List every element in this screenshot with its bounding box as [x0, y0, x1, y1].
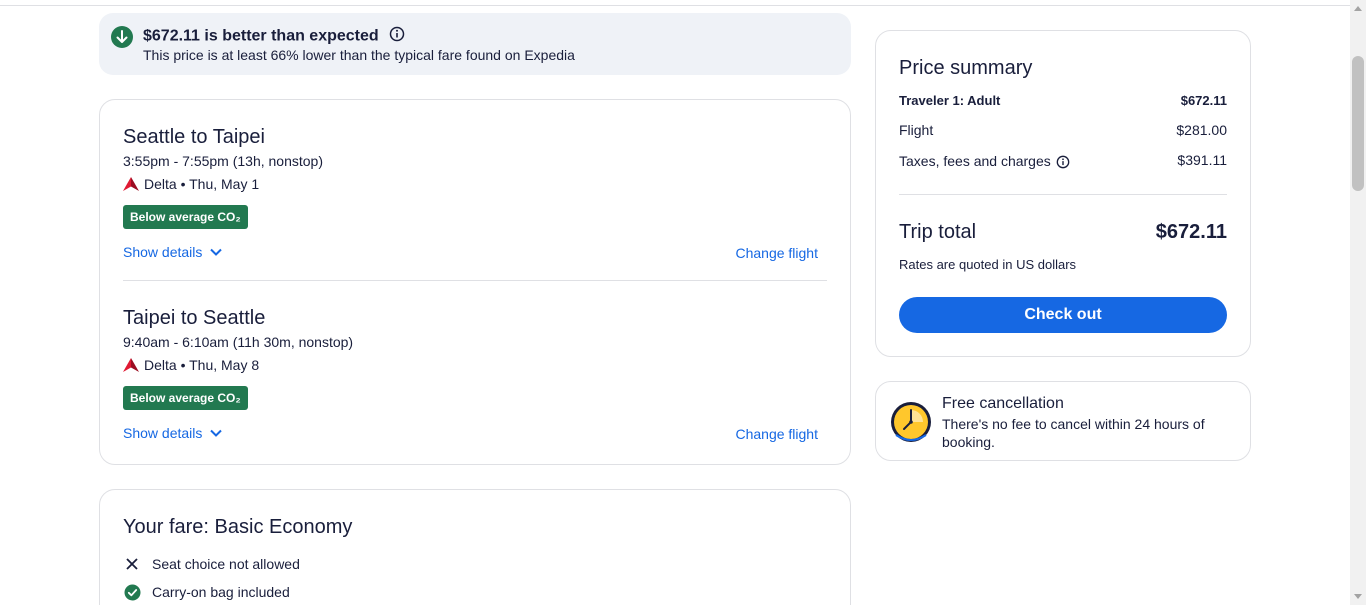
summary-divider: [899, 194, 1227, 195]
free-cancellation-card: Free cancellation There's no fee to canc…: [875, 381, 1251, 461]
flight-time: 9:40am - 6:10am (11h 30m, nonstop): [123, 334, 354, 350]
fare-feature-row: Carry-on bag included: [123, 583, 290, 601]
flight-price-label: Flight: [899, 122, 934, 138]
flight-price-amount: $281.00: [1176, 122, 1227, 138]
delta-logo-icon: [123, 358, 139, 372]
taxes-amount: $391.11: [1177, 152, 1227, 168]
flight-route-title: Seattle to Taipei: [123, 126, 265, 148]
flights-card: Seattle to Taipei 3:55pm - 7:55pm (13h, …: [99, 99, 851, 465]
show-details-button[interactable]: Show details: [123, 425, 223, 441]
fare-card: Your fare: Basic Economy Seat choice not…: [99, 489, 851, 605]
info-icon[interactable]: [389, 26, 405, 47]
traveler-row: Traveler 1: Adult $672.11: [899, 93, 1227, 108]
checkout-button[interactable]: Check out: [899, 297, 1227, 333]
airline-date-text: Delta • Thu, May 8: [144, 357, 260, 373]
fare-feature-row: Seat choice not allowed: [123, 555, 300, 573]
fare-feature-label: Seat choice not allowed: [152, 556, 300, 572]
change-flight-link[interactable]: Change flight: [735, 245, 818, 261]
fare-feature-label: Carry-on bag included: [152, 584, 290, 600]
flight-route-title: Taipei to Seattle: [123, 307, 266, 329]
delta-logo-icon: [123, 177, 139, 191]
free-cancellation-title: Free cancellation: [942, 395, 1064, 412]
airline-date-text: Delta • Thu, May 1: [144, 176, 260, 192]
chevron-down-icon: [210, 248, 223, 256]
banner-title: $672.11 is better than expected: [143, 26, 405, 47]
clock-icon: [890, 401, 932, 448]
co2-badge: Below average CO₂: [123, 205, 248, 229]
scroll-up-icon[interactable]: [1354, 6, 1362, 11]
show-details-label: Show details: [123, 244, 203, 260]
price-summary-card: Price summary Traveler 1: Adult $672.11 …: [875, 30, 1251, 357]
flight-time: 3:55pm - 7:55pm (13h, nonstop): [123, 153, 324, 169]
banner-title-text: $672.11 is better than expected: [143, 27, 379, 45]
show-details-label: Show details: [123, 425, 203, 441]
trip-total-row: Trip total $672.11: [899, 221, 1227, 244]
top-divider: [0, 5, 1350, 6]
change-flight-link[interactable]: Change flight: [735, 426, 818, 442]
taxes-row: Taxes, fees and charges $391.11: [899, 152, 1227, 169]
page-scrollbar[interactable]: [1350, 0, 1366, 605]
banner-subtitle: This price is at least 66% lower than th…: [143, 47, 575, 63]
taxes-label: Taxes, fees and charges: [899, 152, 1051, 169]
trip-total-amount: $672.11: [1155, 221, 1227, 243]
x-icon: [123, 555, 141, 573]
price-deal-banner: $672.11 is better than expected This pri…: [99, 13, 851, 75]
traveler-amount: $672.11: [1180, 93, 1227, 108]
chevron-down-icon: [210, 429, 223, 437]
taxes-label-group: Taxes, fees and charges: [899, 152, 1070, 169]
trip-total-label: Trip total: [899, 221, 977, 243]
flight-divider: [123, 280, 827, 281]
down-arrow-icon: [111, 26, 133, 48]
check-circle-icon: [123, 583, 141, 601]
flight-airline-date: Delta • Thu, May 1: [123, 176, 259, 192]
flight-price-row: Flight $281.00: [899, 122, 1227, 138]
free-cancellation-text: There's no fee to cancel within 24 hours…: [942, 416, 1205, 450]
info-icon[interactable]: [1056, 152, 1070, 169]
show-details-button[interactable]: Show details: [123, 244, 223, 260]
price-summary-title: Price summary: [899, 57, 1033, 79]
scroll-down-icon[interactable]: [1354, 594, 1362, 599]
co2-badge: Below average CO₂: [123, 386, 248, 410]
rates-note: Rates are quoted in US dollars: [899, 257, 1077, 272]
scroll-thumb[interactable]: [1352, 56, 1364, 191]
flight-airline-date: Delta • Thu, May 8: [123, 357, 259, 373]
fare-title: Your fare: Basic Economy: [123, 516, 353, 538]
traveler-label: Traveler 1: Adult: [899, 93, 1001, 108]
